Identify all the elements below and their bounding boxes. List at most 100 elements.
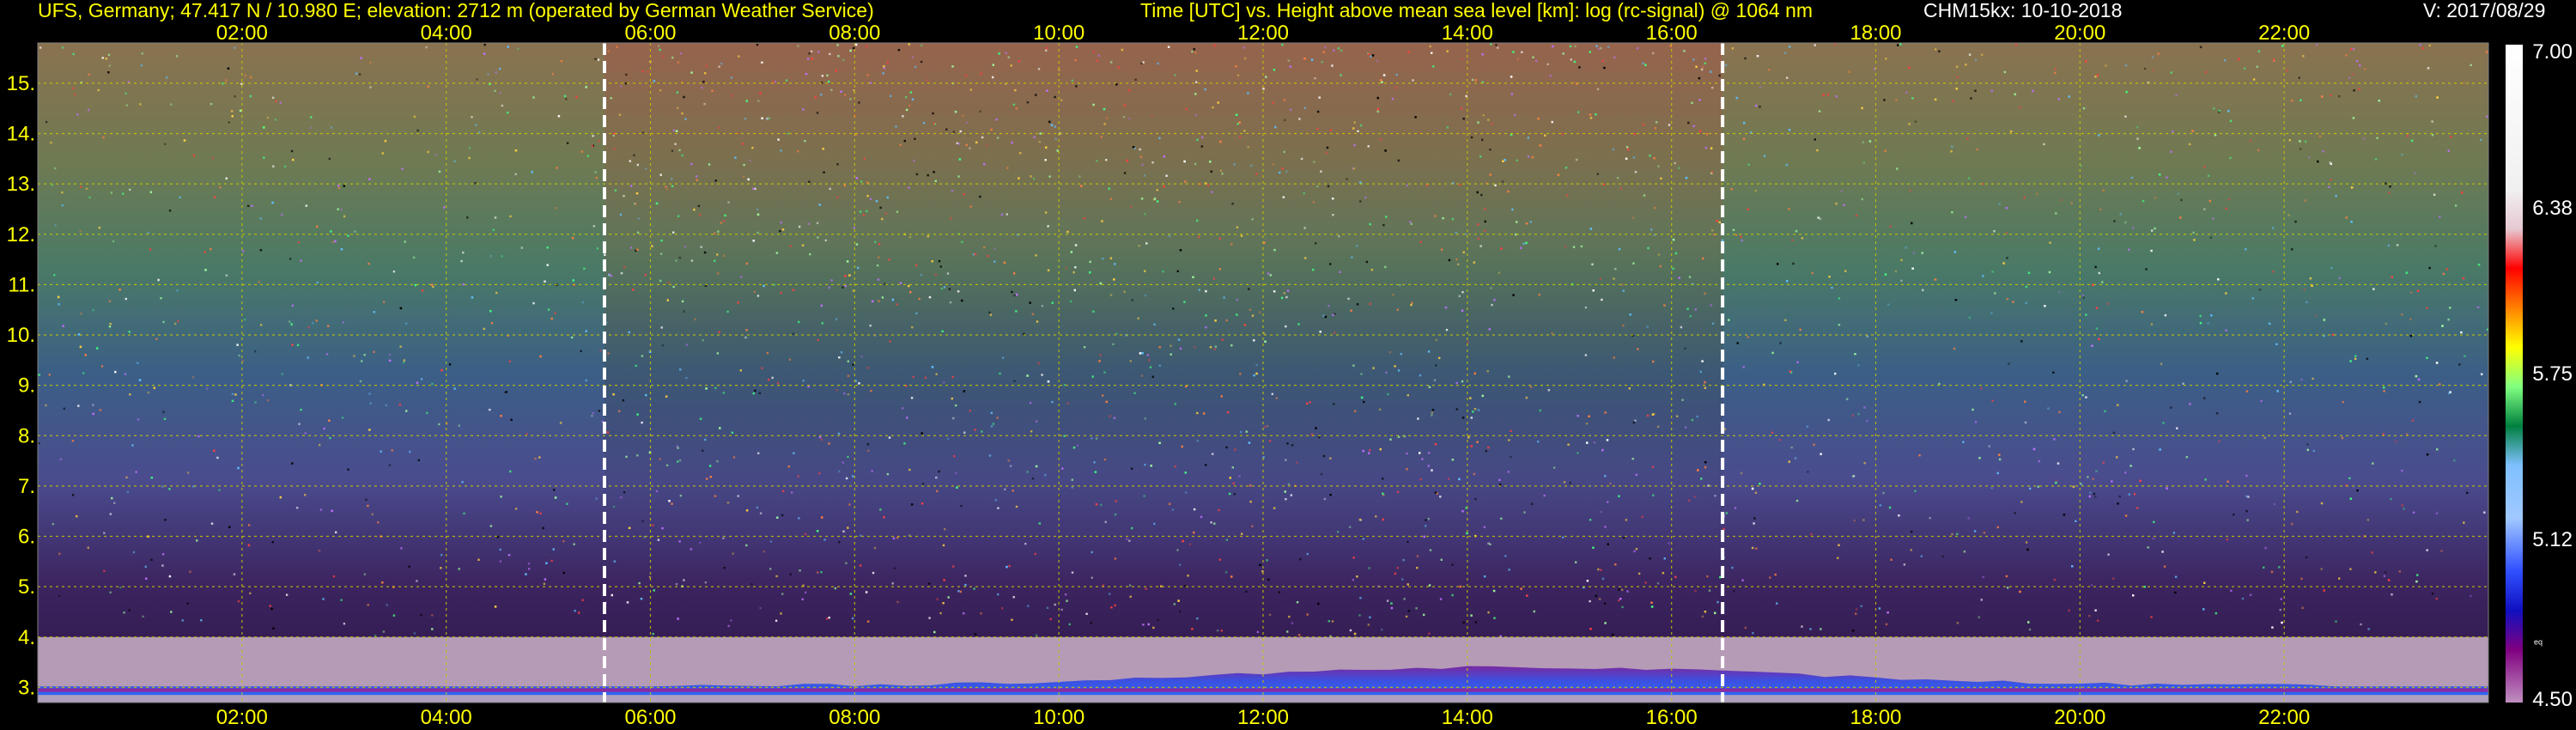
noise-dot <box>945 128 948 131</box>
noise-dot <box>275 100 277 103</box>
noise-dot <box>405 322 408 325</box>
noise-dot <box>500 496 502 498</box>
noise-dot <box>1543 494 1546 497</box>
noise-dot <box>1533 610 1535 613</box>
noise-dot <box>1109 593 1111 595</box>
noise-dot <box>1678 277 1680 279</box>
noise-dot <box>431 614 434 617</box>
noise-dot <box>989 313 993 316</box>
noise-dot <box>704 72 707 75</box>
noise-dot <box>1314 77 1316 80</box>
noise-dot <box>1474 621 1478 624</box>
noise-dot <box>2090 584 2093 587</box>
noise-dot <box>1382 223 1385 227</box>
noise-dot <box>272 165 275 167</box>
noise-dot <box>1431 469 1433 471</box>
noise-dot <box>2179 216 2182 219</box>
noise-dot <box>2300 99 2302 101</box>
noise-dot <box>1845 398 1849 400</box>
noise-dot <box>1705 132 1709 136</box>
noise-dot <box>341 417 344 419</box>
noise-dot <box>1838 544 1840 546</box>
noise-dot <box>79 230 82 233</box>
noise-dot <box>2419 44 2421 46</box>
noise-dot <box>1878 607 1881 610</box>
noise-dot <box>1698 76 1701 80</box>
noise-dot <box>2460 331 2463 334</box>
noise-dot <box>1333 403 1335 405</box>
noise-dot <box>402 361 405 364</box>
noise-dot <box>1616 177 1619 179</box>
noise-dot <box>53 274 56 277</box>
noise-dot <box>1565 194 1569 197</box>
noise-dot <box>173 322 177 325</box>
noise-dot <box>1654 206 1656 210</box>
noise-dot <box>426 411 428 414</box>
noise-dot <box>1068 623 1071 626</box>
noise-dot <box>1122 116 1126 119</box>
noise-dot <box>1753 522 1755 525</box>
noise-dot <box>1231 466 1234 469</box>
noise-dot <box>611 593 613 597</box>
noise-dot <box>1597 568 1600 571</box>
noise-dot <box>594 58 597 60</box>
noise-dot <box>1998 453 2001 456</box>
x-tick-label-top: 02:00 <box>216 21 268 45</box>
noise-dot <box>987 254 989 258</box>
noise-dot <box>879 206 882 210</box>
noise-dot <box>1392 294 1394 296</box>
noise-dot <box>612 505 616 508</box>
noise-dot <box>266 116 270 119</box>
noise-dot <box>751 146 754 149</box>
noise-dot <box>696 179 698 181</box>
noise-dot <box>2228 198 2231 201</box>
noise-dot <box>61 46 64 49</box>
noise-dot <box>2025 285 2028 289</box>
noise-dot <box>722 537 725 539</box>
noise-dot <box>2458 363 2461 366</box>
noise-dot <box>2463 521 2465 524</box>
noise-dot <box>1332 214 1334 216</box>
noise-dot <box>1223 296 1225 299</box>
noise-dot <box>1980 599 1983 601</box>
noise-dot <box>425 46 428 49</box>
noise-dot <box>1461 510 1464 513</box>
noise-dot <box>292 158 295 161</box>
noise-dot <box>875 199 878 203</box>
noise-dot <box>1820 453 1822 455</box>
noise-dot <box>586 155 589 157</box>
noise-dot <box>1642 62 1644 65</box>
noise-dot <box>1114 513 1117 516</box>
noise-dot <box>1885 58 1887 60</box>
noise-dot <box>956 142 958 144</box>
noise-dot <box>434 154 437 156</box>
noise-dot <box>231 115 234 118</box>
noise-dot <box>2117 404 2119 406</box>
noise-dot <box>645 393 647 397</box>
noise-dot <box>891 582 894 585</box>
noise-dot <box>847 526 849 529</box>
noise-dot <box>677 61 680 64</box>
noise-dot <box>204 269 207 271</box>
noise-dot <box>2047 407 2050 410</box>
noise-dot <box>1072 447 1076 449</box>
noise-dot <box>2486 115 2488 118</box>
noise-dot <box>2454 204 2458 207</box>
noise-dot <box>1522 242 1525 245</box>
noise-dot <box>821 322 823 325</box>
noise-dot <box>1651 413 1655 416</box>
noise-dot <box>1114 604 1116 607</box>
noise-dot <box>1381 628 1383 631</box>
noise-dot <box>1577 452 1579 454</box>
noise-dot <box>62 325 64 327</box>
noise-dot <box>1035 634 1038 636</box>
noise-dot <box>1243 130 1246 132</box>
noise-dot <box>563 94 567 97</box>
noise-dot <box>896 210 899 213</box>
noise-dot <box>2385 571 2387 574</box>
noise-dot <box>808 180 811 183</box>
noise-dot <box>859 210 862 213</box>
noise-dot <box>322 598 325 600</box>
noise-dot <box>131 444 134 447</box>
noise-dot <box>1501 180 1504 183</box>
